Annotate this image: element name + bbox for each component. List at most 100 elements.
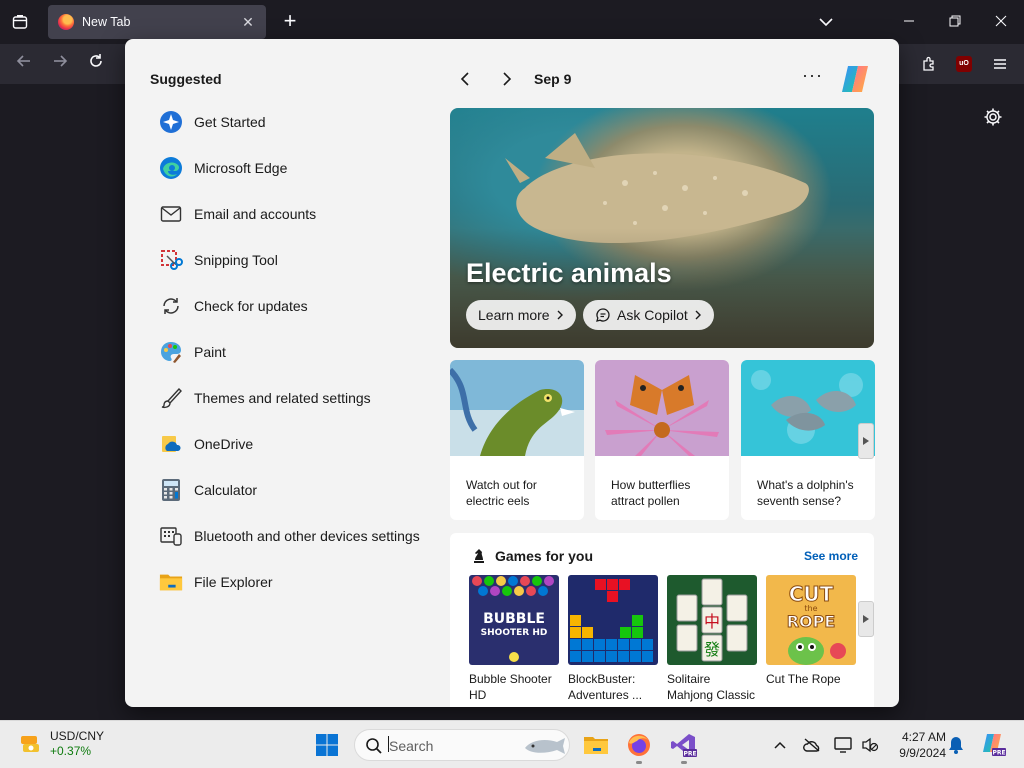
learn-more-label: Learn more xyxy=(478,307,550,323)
widgets-button[interactable] xyxy=(18,732,42,756)
clock-date: 9/9/2024 xyxy=(899,746,946,760)
ublock-origin-button[interactable]: uO xyxy=(952,52,976,76)
network-tray-button[interactable] xyxy=(833,735,853,755)
forward-button[interactable] xyxy=(48,52,72,76)
ask-copilot-button[interactable]: Ask Copilot xyxy=(583,300,714,330)
suggested-item-themes[interactable]: Themes and related settings xyxy=(145,375,435,421)
minimize-icon xyxy=(904,20,914,22)
more-options-button[interactable]: ··· xyxy=(802,65,823,86)
reload-icon xyxy=(90,54,102,67)
copilot-icon: PRE xyxy=(983,734,1006,757)
search-icon xyxy=(366,738,382,754)
suggested-item-paint[interactable]: Paint xyxy=(145,329,435,375)
triangle-right-icon xyxy=(863,615,869,623)
close-icon xyxy=(995,15,1007,27)
suggested-item-snipping-tool[interactable]: Snipping Tool xyxy=(145,237,435,283)
new-tab-button[interactable]: + xyxy=(278,10,302,34)
taskbar-clock[interactable]: 4:27 AM 9/9/2024 xyxy=(880,729,946,761)
previous-day-button[interactable] xyxy=(454,67,478,91)
svg-text:SHOOTER HD: SHOOTER HD xyxy=(481,628,548,638)
restore-button[interactable] xyxy=(943,10,967,34)
browser-tab-bar: New Tab ✕ + xyxy=(0,0,1024,44)
suggested-item-label: Check for updates xyxy=(194,298,308,314)
game-tile[interactable]: BUBBLE SHOOTER HD Bubble Shooter HD xyxy=(469,575,559,703)
back-button[interactable] xyxy=(12,52,36,76)
app-menu-button[interactable] xyxy=(988,52,1012,76)
eel-image xyxy=(450,360,584,456)
suggested-item-label: Email and accounts xyxy=(194,206,317,222)
see-more-games-link[interactable]: See more xyxy=(804,549,858,563)
game-tile[interactable]: BlockBuster: Adventures ... xyxy=(568,575,658,703)
suggested-item-file-explorer[interactable]: File Explorer xyxy=(145,559,435,605)
folder-icon xyxy=(584,737,608,754)
firefox-view-button[interactable] xyxy=(6,8,34,36)
onedrive-tray-button[interactable] xyxy=(802,735,822,755)
onedrive-offline-icon xyxy=(803,738,820,752)
suggested-item-calculator[interactable]: Calculator xyxy=(145,467,435,513)
story-card[interactable]: What's a dolphin's seventh sense? xyxy=(741,360,875,520)
hero-story-card[interactable]: Electric animals Learn more Ask Copilot xyxy=(450,108,874,348)
firefox-taskbar-button[interactable] xyxy=(625,731,653,759)
taskbar-search[interactable] xyxy=(354,729,570,761)
running-indicator xyxy=(681,761,687,764)
game-tile[interactable]: 中 發 Solitaire Mahjong Classic xyxy=(667,575,757,703)
tab-close-icon[interactable]: ✕ xyxy=(240,14,256,31)
extensions-button[interactable] xyxy=(917,52,941,76)
chevron-right-icon xyxy=(557,310,563,320)
suggested-item-get-started[interactable]: Get Started xyxy=(145,99,435,145)
hero-title[interactable]: Electric animals xyxy=(466,258,672,289)
notifications-button[interactable] xyxy=(946,735,966,755)
suggested-item-label: Get Started xyxy=(194,114,266,130)
clock-time: 4:27 AM xyxy=(901,730,946,744)
suggested-heading: Suggested xyxy=(150,71,222,87)
bubble-shooter-art: BUBBLE SHOOTER HD xyxy=(469,575,559,665)
svg-text:BUBBLE: BUBBLE xyxy=(483,611,545,627)
suggested-item-microsoft-edge[interactable]: Microsoft Edge xyxy=(145,145,435,191)
copilot-button[interactable] xyxy=(838,63,872,95)
svg-text:PRE: PRE xyxy=(683,751,696,758)
ticker-name: USD/CNY xyxy=(50,729,105,743)
devices-icon xyxy=(159,524,183,548)
start-button[interactable] xyxy=(313,731,341,759)
visual-studio-preview-button[interactable]: PRE xyxy=(670,731,698,759)
new-tab-settings-button[interactable] xyxy=(982,106,1004,128)
taskbar: USD/CNY +0.37% PRE 4:27 AM 9/9/2024 xyxy=(0,720,1024,768)
minimize-button[interactable] xyxy=(897,10,921,34)
list-all-tabs-button[interactable] xyxy=(816,12,836,32)
reload-button[interactable] xyxy=(84,52,108,76)
folder-icon xyxy=(159,570,183,594)
show-hidden-icons-button[interactable] xyxy=(770,735,790,755)
firefox-icon xyxy=(58,14,74,30)
search-input[interactable] xyxy=(389,737,509,755)
game-tile[interactable]: CUT the ROPE Cut The Rope xyxy=(766,575,856,687)
suggested-item-onedrive[interactable]: OneDrive xyxy=(145,421,435,467)
game-name: Bubble Shooter HD xyxy=(469,672,552,702)
story-card[interactable]: Watch out for electric eels xyxy=(450,360,584,520)
game-name: Cut The Rope xyxy=(766,672,841,686)
story-card[interactable]: How butterflies attract pollen xyxy=(595,360,729,520)
suggested-item-label: Paint xyxy=(194,344,226,360)
tab-title: New Tab xyxy=(82,15,131,29)
story-caption: Watch out for electric eels xyxy=(466,478,537,508)
cards-next-button[interactable] xyxy=(858,423,874,459)
triangle-right-icon xyxy=(863,437,869,445)
currency-ticker[interactable]: USD/CNY +0.37% xyxy=(50,729,104,759)
feed-date: Sep 9 xyxy=(534,71,572,87)
suggested-item-bluetooth-devices[interactable]: Bluetooth and other devices settings xyxy=(145,513,435,559)
game-name: Solitaire Mahjong Classic xyxy=(667,672,756,702)
tab-new-tab[interactable]: New Tab ✕ xyxy=(48,5,266,39)
suggested-item-check-for-updates[interactable]: Check for updates xyxy=(145,283,435,329)
file-explorer-taskbar-button[interactable] xyxy=(582,731,610,759)
volume-tray-button[interactable] xyxy=(860,735,880,755)
copilot-taskbar-button[interactable]: PRE xyxy=(980,733,1006,757)
learn-more-button[interactable]: Learn more xyxy=(466,300,576,330)
dolphin-image xyxy=(741,360,875,456)
windows-logo-icon xyxy=(316,734,338,756)
display-icon xyxy=(834,737,852,753)
suggested-item-email-and-accounts[interactable]: Email and accounts xyxy=(145,191,435,237)
get-started-icon xyxy=(159,110,183,134)
next-day-button[interactable] xyxy=(494,67,518,91)
games-next-button[interactable] xyxy=(858,601,874,637)
chevron-up-icon xyxy=(774,741,786,749)
close-window-button[interactable] xyxy=(989,10,1013,34)
